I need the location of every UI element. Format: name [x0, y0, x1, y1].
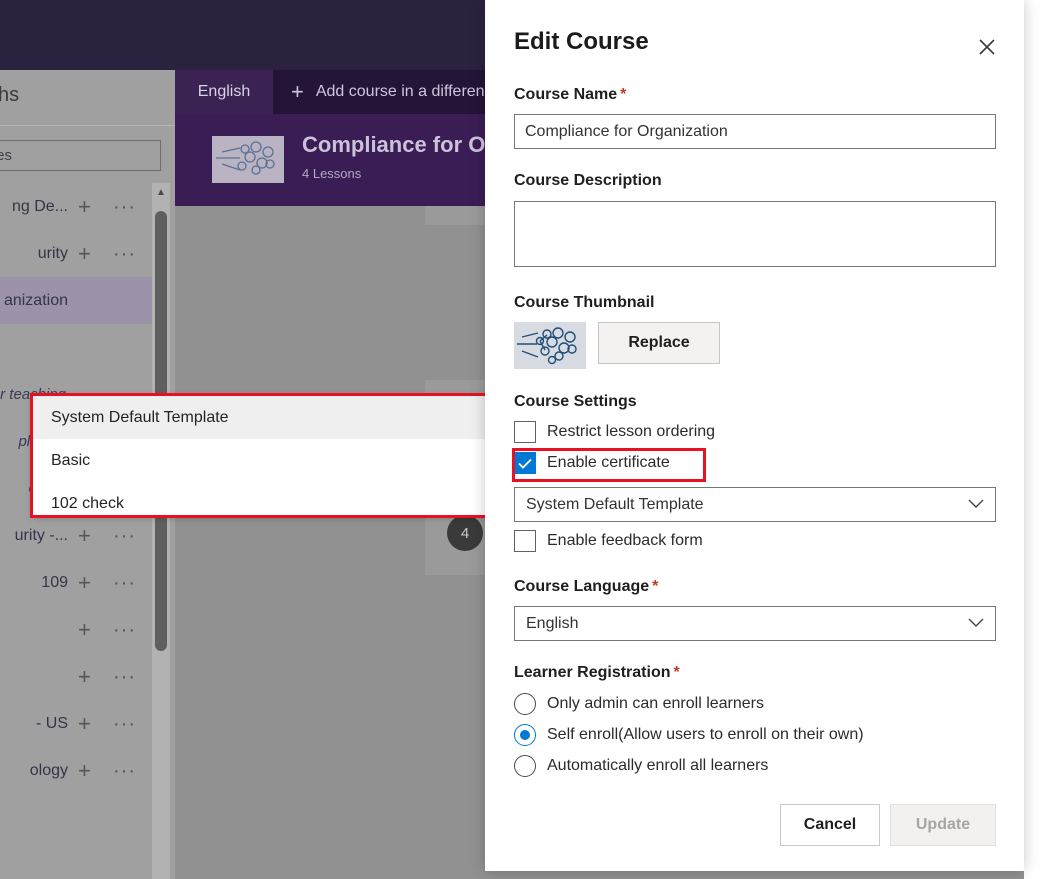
enable-certificate-label: Enable certificate	[547, 454, 670, 471]
app-root: Paths ourses ng De... + ··· urity + ··· …	[0, 0, 1045, 879]
certificate-template-select[interactable]: System Default Template	[514, 487, 996, 522]
close-icon[interactable]	[972, 32, 1002, 62]
course-lesson-count: 4 Lessons	[302, 166, 362, 181]
sidebar-item-label: ng De...	[11, 197, 68, 215]
sidebar-divider	[0, 125, 175, 126]
chevron-up-icon[interactable]: ▲	[152, 183, 170, 201]
course-language-value: English	[526, 614, 579, 632]
more-options-icon[interactable]: ···	[113, 526, 136, 546]
more-options-icon[interactable]: ···	[113, 573, 136, 593]
add-icon[interactable]: +	[78, 195, 91, 218]
more-options-icon[interactable]: ···	[113, 197, 136, 217]
sidebar-item[interactable]: + ···	[0, 653, 155, 700]
sidebar-item-label: urity	[37, 244, 68, 262]
course-description-label: Course Description	[514, 172, 662, 189]
course-description-input[interactable]	[514, 201, 996, 267]
sidebar-item[interactable]: 109 + ···	[0, 559, 155, 606]
tab-english[interactable]: English	[175, 70, 273, 114]
restrict-lesson-ordering-label: Restrict lesson ordering	[547, 423, 716, 440]
enable-feedback-form-label: Enable feedback form	[547, 532, 703, 549]
course-name-input[interactable]: Compliance for Organization	[514, 114, 996, 149]
sidebar-item[interactable]: - US + ···	[0, 700, 155, 747]
add-icon[interactable]: +	[78, 242, 91, 265]
course-language-select[interactable]: English	[514, 606, 996, 641]
radio-unselected-icon	[514, 755, 536, 777]
chevron-down-icon	[968, 617, 984, 631]
sidebar-item-selected[interactable]: anization	[0, 277, 155, 324]
radio-label: Only admin can enroll learners	[547, 695, 764, 712]
dialog-title: Edit Course	[514, 28, 649, 55]
sidebar-item-label: anization	[3, 291, 68, 309]
network-graphic-icon	[212, 136, 284, 183]
radio-unselected-icon	[514, 693, 536, 715]
add-icon[interactable]: +	[78, 571, 91, 594]
required-marker: *	[652, 578, 659, 595]
dropdown-option[interactable]: System Default Template	[33, 396, 509, 439]
sidebar-search-input[interactable]: ourses	[0, 140, 161, 171]
sidebar-item[interactable]: + ···	[0, 606, 155, 653]
sidebar-title: Paths	[0, 84, 20, 106]
more-options-icon[interactable]: ···	[113, 761, 136, 781]
plus-icon: +	[291, 79, 304, 104]
radio-auto-enroll[interactable]: Automatically enroll all learners	[514, 755, 768, 777]
cancel-button[interactable]: Cancel	[780, 804, 880, 846]
radio-selected-icon	[514, 724, 536, 746]
chevron-down-icon	[968, 498, 984, 512]
add-icon[interactable]: +	[78, 618, 91, 641]
sidebar-item[interactable]	[0, 324, 155, 371]
radio-label: Self enroll(Allow users to enroll on the…	[547, 726, 864, 743]
sidebar-scrollbar[interactable]: ▲ ▼	[152, 183, 170, 879]
checkbox-unchecked-icon	[514, 421, 536, 443]
update-button: Update	[890, 804, 996, 846]
more-options-icon[interactable]: ···	[113, 244, 136, 264]
certificate-template-value: System Default Template	[526, 495, 704, 513]
dropdown-option[interactable]: 102 check	[33, 482, 509, 525]
more-options-icon[interactable]: ···	[113, 714, 136, 734]
certificate-template-dropdown[interactable]: System Default Template Basic 102 check	[33, 396, 509, 515]
sidebar-item[interactable]: ology + ···	[0, 747, 155, 794]
sidebar-item-label: urity -...	[14, 526, 68, 544]
add-course-label: Add course in a differen	[315, 83, 485, 100]
radio-label: Automatically enroll all learners	[547, 757, 769, 774]
dropdown-option[interactable]: Basic	[33, 439, 509, 482]
enable-certificate-checkbox[interactable]: Enable certificate	[514, 452, 670, 474]
sidebar-item-label: ology	[29, 761, 68, 779]
radio-self-enroll[interactable]: Self enroll(Allow users to enroll on the…	[514, 724, 864, 746]
add-icon[interactable]: +	[78, 712, 91, 735]
add-course-other-language-button[interactable]: + Add course in a differen	[273, 70, 485, 114]
restrict-lesson-ordering-checkbox[interactable]: Restrict lesson ordering	[514, 421, 715, 443]
sidebar-item[interactable]: ng De... + ···	[0, 183, 155, 230]
more-options-icon[interactable]: ···	[113, 667, 136, 687]
course-name-label: Course Name *	[514, 86, 627, 103]
learner-registration-label: Learner Registration *	[514, 664, 680, 681]
checkbox-unchecked-icon	[514, 530, 536, 552]
enable-feedback-form-checkbox[interactable]: Enable feedback form	[514, 530, 703, 552]
required-marker: *	[620, 86, 627, 103]
replace-thumbnail-button[interactable]: Replace	[598, 322, 720, 364]
course-settings-label: Course Settings	[514, 393, 637, 410]
network-graphic-icon	[514, 322, 586, 369]
sidebar-course-list: ng De... + ··· urity + ··· anization r t…	[0, 183, 155, 873]
checkbox-checked-icon	[514, 452, 536, 474]
required-marker: *	[673, 664, 680, 681]
sidebar-item-label: - US	[36, 714, 68, 732]
course-language-label: Course Language *	[514, 578, 659, 595]
add-icon[interactable]: +	[78, 665, 91, 688]
add-icon[interactable]: +	[78, 524, 91, 547]
course-thumbnail-label: Course Thumbnail	[514, 294, 655, 311]
sidebar-item[interactable]: urity + ···	[0, 230, 155, 277]
add-icon[interactable]: +	[78, 759, 91, 782]
sidebar-item-label: 109	[41, 573, 68, 591]
more-options-icon[interactable]: ···	[113, 620, 136, 640]
radio-only-admin-enroll[interactable]: Only admin can enroll learners	[514, 693, 764, 715]
edit-course-dialog: Edit Course Course Name * Compliance for …	[485, 0, 1024, 871]
